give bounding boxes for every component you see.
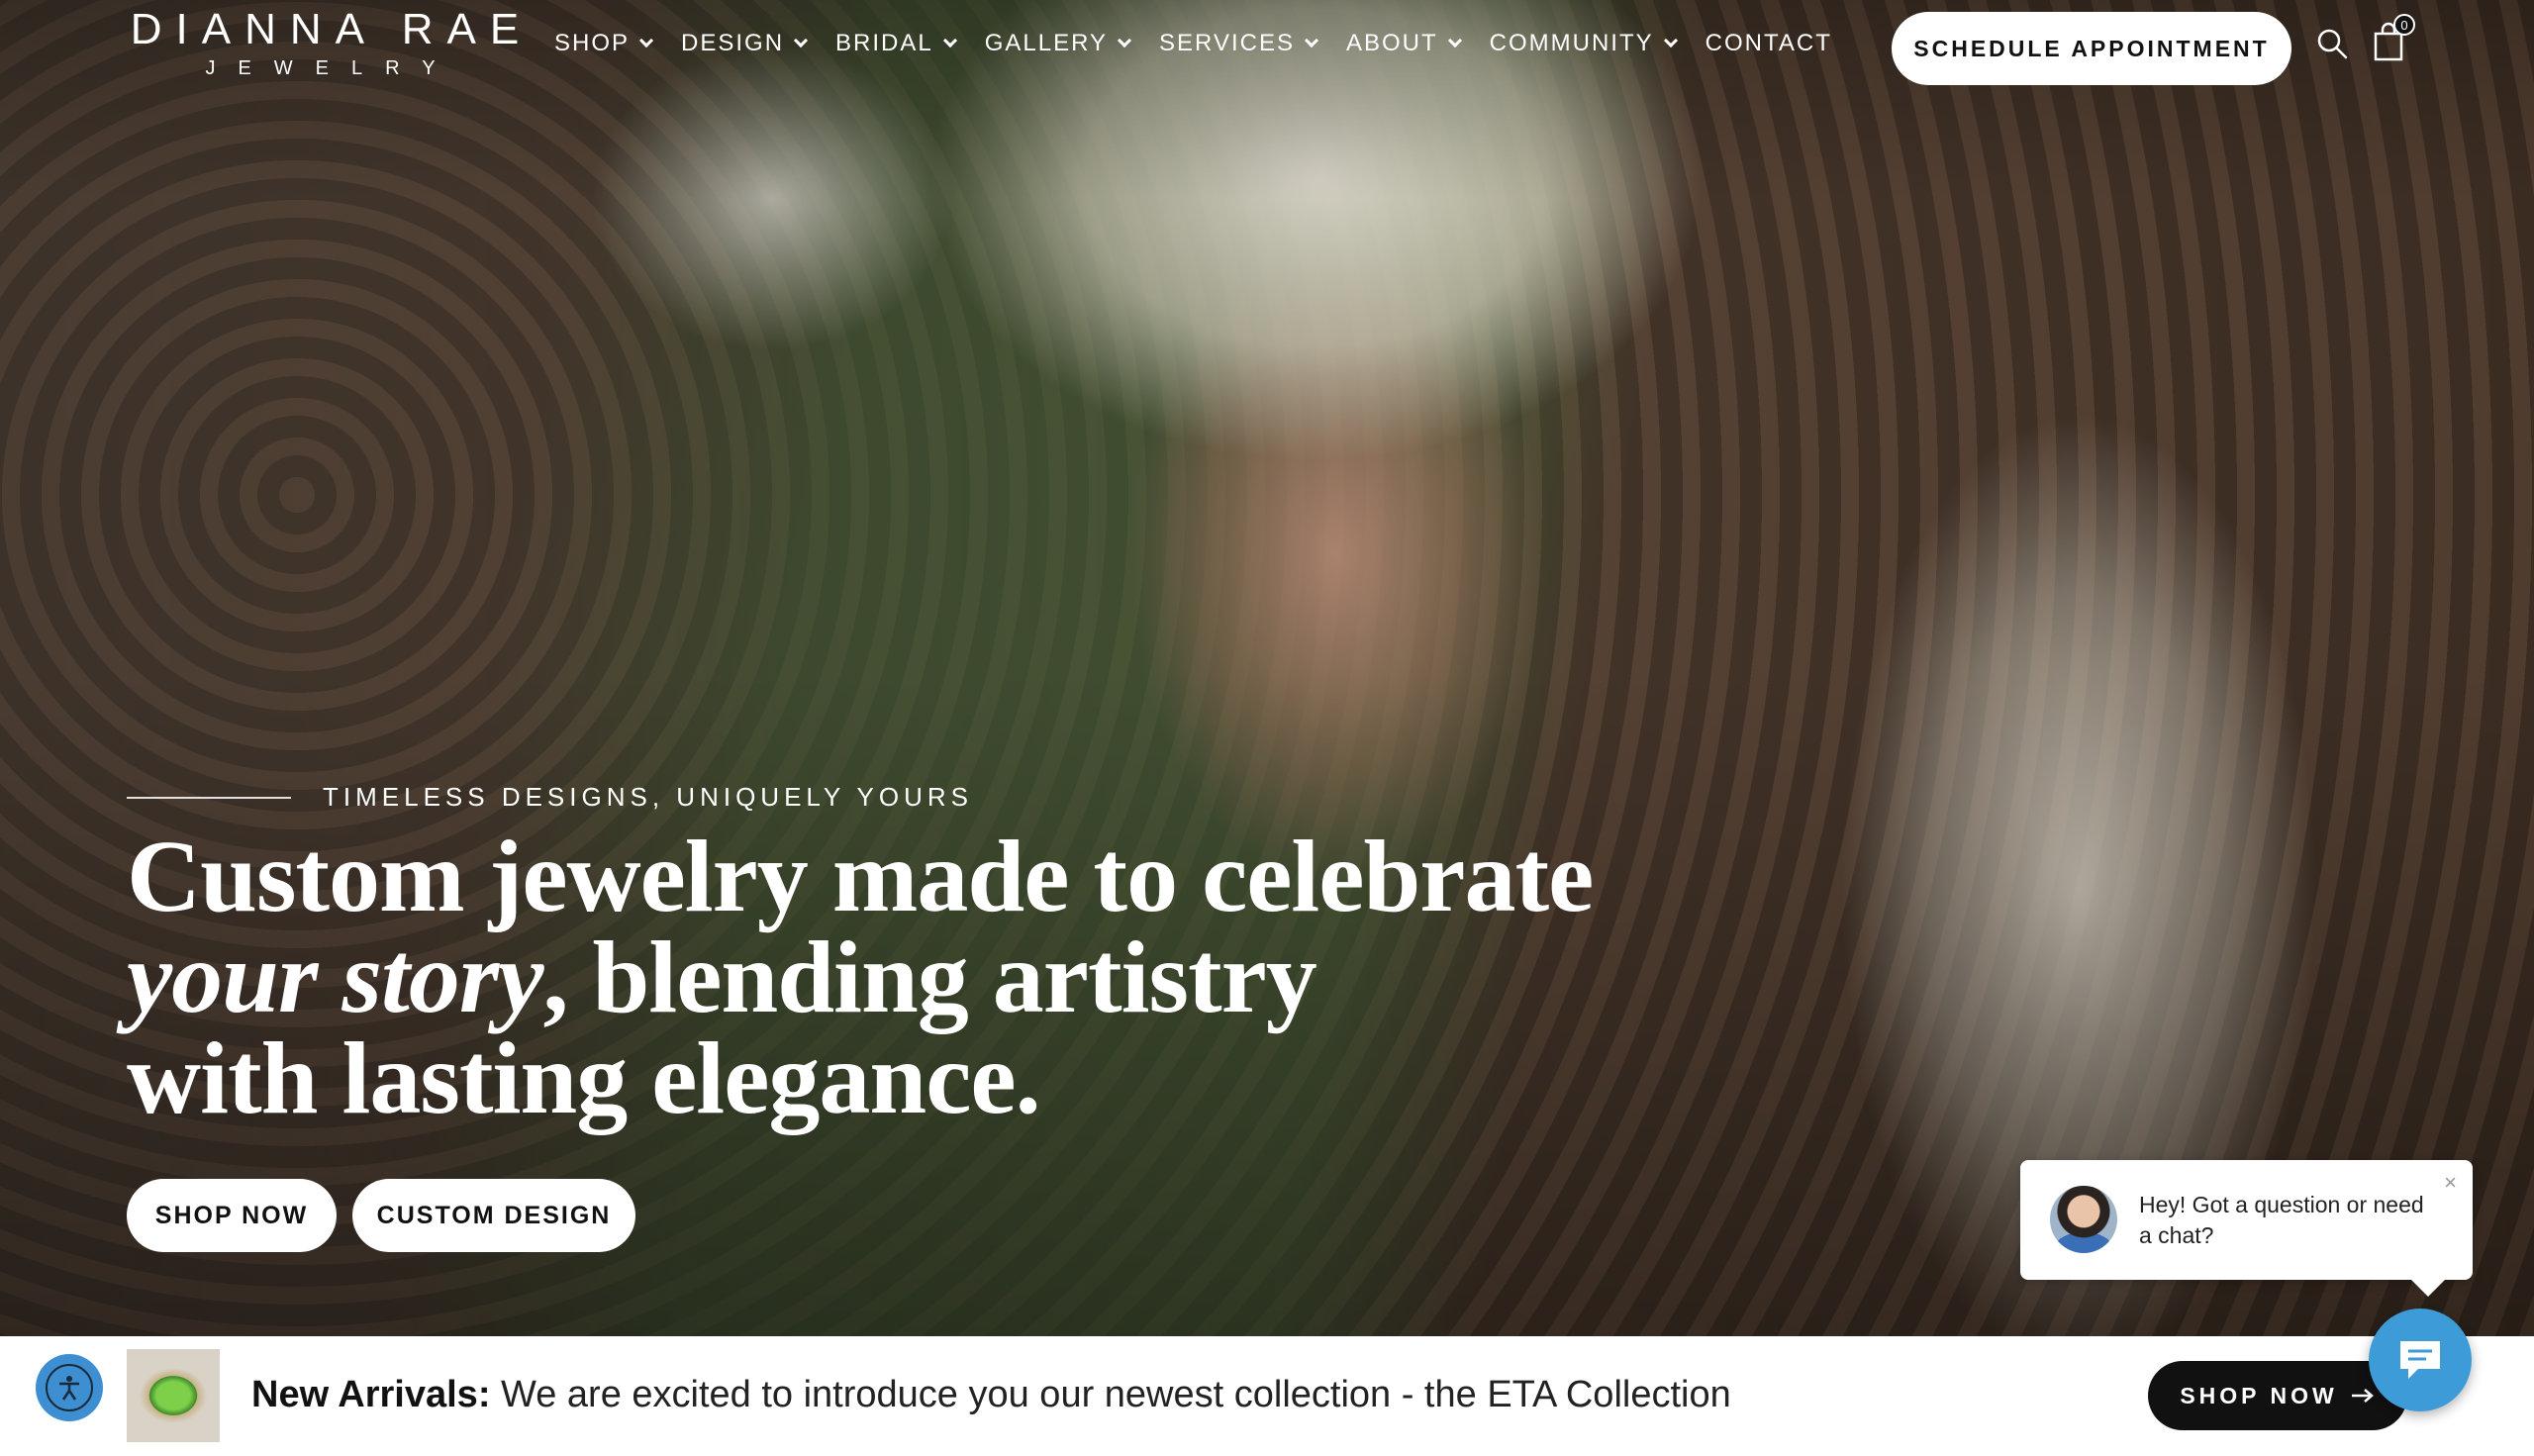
nav-item-label: COMMUNITY	[1489, 30, 1654, 56]
nav-item-label: ABOUT	[1345, 30, 1438, 56]
nav-item-gallery[interactable]: GALLERY	[984, 30, 1132, 57]
site-header: DIANNA RAE JEWELRY SHOP DESIGN BRIDAL GALLE…	[0, 0, 2534, 99]
nav-item-label: SERVICES	[1159, 30, 1295, 56]
announcement-shop-label: SHOP NOW	[2180, 1382, 2338, 1408]
nav-item-services[interactable]: SERVICES	[1159, 30, 1319, 57]
chevron-down-icon	[638, 33, 654, 49]
nav-item-label: CONTACT	[1705, 30, 1832, 56]
chevron-down-icon	[1304, 33, 1319, 49]
chat-message: Hey! Got a question or need a chat?	[2139, 1192, 2424, 1248]
hero-shop-now-button[interactable]: SHOP NOW	[127, 1179, 337, 1252]
cart-count-badge: 0	[2393, 14, 2415, 36]
main-nav: SHOP DESIGN BRIDAL GALLERY SERVICES ABOUT COMM…	[554, 30, 1862, 57]
schedule-appointment-button[interactable]: SCHEDULE APPOINTMENT	[1892, 12, 2291, 85]
hero-overlay	[0, 0, 2534, 1336]
chevron-down-icon	[793, 33, 809, 49]
site-logo[interactable]: DIANNA RAE JEWELRY	[127, 6, 536, 81]
logo-name: DIANNA RAE	[130, 5, 534, 53]
headline-line-2: , blending artistry	[542, 921, 1316, 1034]
chat-agent-avatar	[2050, 1186, 2117, 1253]
announcement-text: New Arrivals: We are excited to introduc…	[251, 1374, 1731, 1416]
chevron-down-icon	[1663, 33, 1678, 49]
chevron-down-icon	[1447, 33, 1462, 49]
eyebrow-divider	[127, 796, 291, 799]
nav-item-bridal[interactable]: BRIDAL	[835, 30, 957, 57]
nav-item-label: SHOP	[554, 30, 631, 56]
search-icon[interactable]	[2316, 28, 2348, 59]
nav-item-label: BRIDAL	[835, 30, 933, 56]
headline-line-3: with lasting elegance.	[127, 1021, 1041, 1135]
hero-custom-design-button[interactable]: CUSTOM DESIGN	[352, 1179, 635, 1252]
hero-eyebrow: TIMELESS DESIGNS, UNIQUELY YOURS	[127, 782, 973, 813]
nav-item-community[interactable]: COMMUNITY	[1489, 30, 1678, 57]
hero-buttons: SHOP NOW CUSTOM DESIGN	[127, 1179, 651, 1252]
nav-item-design[interactable]: DESIGN	[681, 30, 809, 57]
hero-headline: Custom jewelry made to celebrate your st…	[127, 825, 1611, 1130]
chat-bubble-icon	[2400, 1341, 2440, 1379]
hero-image	[0, 0, 2534, 1336]
nav-item-label: DESIGN	[681, 30, 785, 56]
chat-close-icon[interactable]: ×	[2444, 1170, 2457, 1196]
chevron-down-icon	[942, 33, 957, 49]
eyebrow-text: TIMELESS DESIGNS, UNIQUELY YOURS	[323, 782, 974, 812]
new-arrival-thumbnail[interactable]	[127, 1349, 220, 1442]
headline-line-1: Custom jewelry made to celebrate	[127, 820, 1594, 933]
nav-item-shop[interactable]: SHOP	[554, 30, 654, 57]
announcement-bar: New Arrivals: We are excited to introduc…	[0, 1336, 2534, 1456]
nav-item-label: GALLERY	[984, 30, 1109, 56]
announcement-body: We are excited to introduce you our newe…	[490, 1374, 1731, 1415]
nav-item-about[interactable]: ABOUT	[1345, 30, 1462, 57]
chevron-down-icon	[1117, 33, 1132, 49]
arrow-right-icon	[2351, 1389, 2374, 1403]
announcement-shop-now-button[interactable]: SHOP NOW	[2148, 1361, 2407, 1430]
accessibility-button[interactable]	[36, 1354, 103, 1421]
announcement-bold: New Arrivals:	[251, 1374, 491, 1415]
headline-italic: your story	[127, 921, 543, 1034]
chat-launcher-button[interactable]	[2369, 1309, 2472, 1411]
nav-item-contact[interactable]: CONTACT	[1706, 30, 1832, 57]
logo-tagline: JEWELRY	[205, 57, 458, 79]
accessibility-icon	[46, 1364, 93, 1411]
chat-popup[interactable]: Hey! Got a question or need a chat? ×	[2020, 1160, 2473, 1280]
